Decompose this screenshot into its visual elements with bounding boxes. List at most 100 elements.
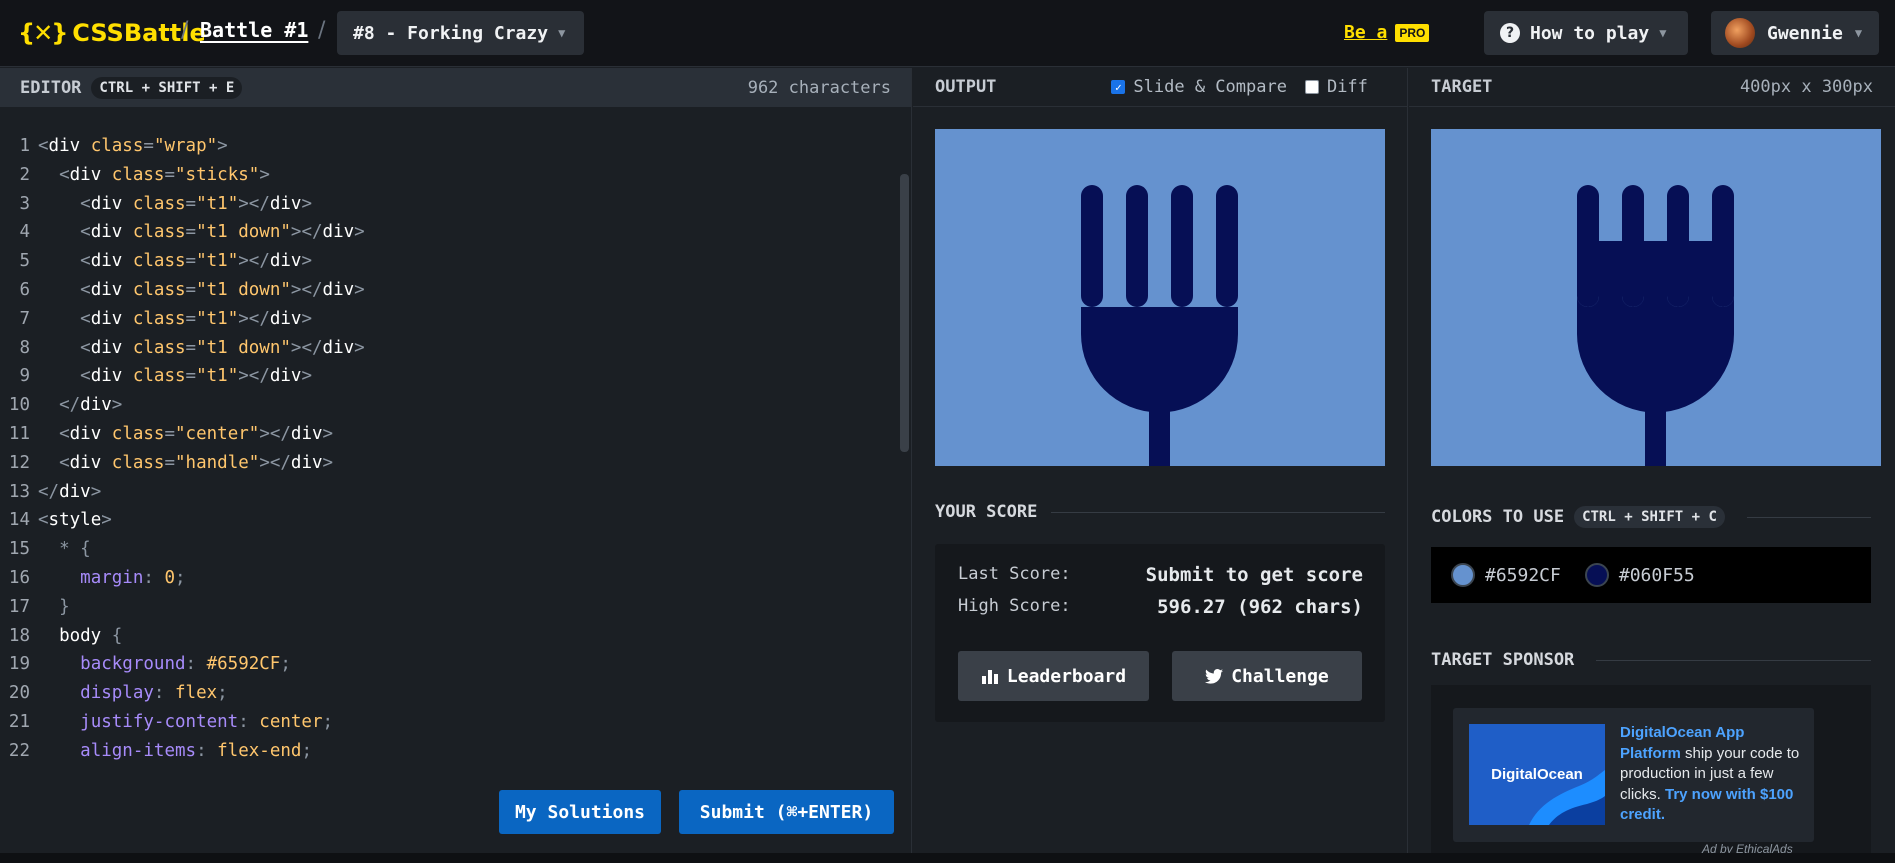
target-fork-drawing bbox=[1577, 185, 1734, 466]
colors-heading: COLORS TO USE CTRL + SHIFT + C bbox=[1431, 506, 1871, 528]
fork-head bbox=[1081, 307, 1238, 413]
how-to-play-button[interactable]: ? How to play ▼ bbox=[1484, 11, 1688, 55]
breadcrumb-battle-link[interactable]: Battle #1 bbox=[200, 18, 308, 42]
bottom-bar bbox=[0, 853, 1895, 863]
sponsor-heading: TARGET SPONSOR bbox=[1431, 650, 1871, 670]
line-number: 16 bbox=[8, 567, 30, 588]
sponsor-ad[interactable]: DigitalOcean DigitalOcean App Platform s… bbox=[1453, 708, 1814, 842]
character-count: 962 characters bbox=[747, 77, 891, 98]
fork-tine bbox=[1216, 185, 1238, 307]
challenge-dropdown-label: #8 - Forking Crazy bbox=[353, 22, 549, 44]
leaderboard-button[interactable]: Leaderboard bbox=[958, 651, 1149, 701]
breadcrumb-separator: / bbox=[318, 18, 326, 43]
code-line: 13 </div> bbox=[0, 478, 365, 507]
challenge-label: Challenge bbox=[1231, 665, 1329, 687]
fork-tine bbox=[1171, 185, 1193, 307]
color-palette: #6592CF #060F55 bbox=[1431, 547, 1871, 603]
code-line: 2 <div class="sticks"> bbox=[0, 161, 365, 190]
slide-compare-checkbox[interactable]: ✓ bbox=[1111, 80, 1126, 94]
sponsor-box: DigitalOcean DigitalOcean App Platform s… bbox=[1431, 685, 1871, 863]
fork-tine bbox=[1667, 185, 1689, 307]
line-number: 5 bbox=[19, 251, 30, 272]
user-menu-button[interactable]: Gwennie ▼ bbox=[1711, 11, 1879, 55]
sponsor-ad-image[interactable]: DigitalOcean bbox=[1469, 724, 1605, 825]
editor-panel: EDITOR CTRL + SHIFT + E 962 characters 1… bbox=[0, 68, 912, 863]
code-line: 17 } bbox=[0, 593, 365, 622]
color-swatch-item[interactable]: #6592CF bbox=[1451, 563, 1561, 587]
line-number: 2 bbox=[19, 164, 30, 185]
line-number: 8 bbox=[19, 337, 30, 358]
cssbattle-logo[interactable]: {✕} CSSBattle bbox=[18, 17, 206, 49]
line-number: 11 bbox=[8, 423, 30, 444]
code-line: 15 * { bbox=[0, 535, 365, 564]
colors-shortcut-badge: CTRL + SHIFT + C bbox=[1574, 506, 1725, 528]
user-name: Gwennie bbox=[1767, 22, 1843, 44]
line-number: 13 bbox=[8, 481, 30, 502]
output-fork-drawing bbox=[1081, 185, 1238, 466]
line-number: 20 bbox=[8, 683, 30, 704]
your-score-title: YOUR SCORE bbox=[935, 502, 1038, 522]
submit-button[interactable]: Submit (⌘+ENTER) bbox=[679, 790, 894, 834]
editor-scrollbar[interactable] bbox=[900, 174, 909, 452]
color-hex: #060F55 bbox=[1618, 564, 1695, 586]
code-line: 12 <div class="handle"></div> bbox=[0, 449, 365, 478]
line-number: 14 bbox=[8, 510, 30, 531]
fork-handle bbox=[1645, 404, 1666, 466]
diff-checkbox[interactable] bbox=[1304, 80, 1319, 94]
line-number: 19 bbox=[8, 654, 30, 675]
line-number: 12 bbox=[8, 452, 30, 473]
twitter-icon bbox=[1205, 668, 1224, 684]
line-number: 7 bbox=[19, 308, 30, 329]
editor-title: EDITOR bbox=[20, 77, 82, 98]
line-number: 4 bbox=[19, 222, 30, 243]
logo-mark-icon: {✕} bbox=[18, 19, 68, 47]
be-a-label: Be a bbox=[1344, 22, 1388, 43]
challenge-dropdown[interactable]: #8 - Forking Crazy ▼ bbox=[337, 11, 584, 55]
editor-header: EDITOR CTRL + SHIFT + E 962 characters bbox=[0, 68, 911, 107]
my-solutions-button[interactable]: My Solutions bbox=[499, 790, 661, 834]
target-header: TARGET 400px x 300px bbox=[1409, 68, 1895, 107]
code-line: 22 align-items: flex-end; bbox=[0, 737, 365, 766]
color-swatch bbox=[1584, 563, 1609, 587]
bar-chart-icon bbox=[981, 670, 998, 684]
color-swatch-item[interactable]: #060F55 bbox=[1584, 563, 1695, 587]
last-score-value: Submit to get score bbox=[1145, 564, 1363, 586]
code-line: 6 <div class="t1 down"></div> bbox=[0, 276, 364, 305]
line-number: 17 bbox=[8, 596, 30, 617]
diff-label: Diff bbox=[1326, 77, 1368, 97]
high-score-value: 596.27 (962 chars) bbox=[1157, 596, 1363, 618]
pro-badge: PRO bbox=[1395, 23, 1430, 42]
question-circle-icon: ? bbox=[1500, 23, 1520, 43]
avatar bbox=[1725, 18, 1755, 48]
code-line: 3 <div class="t1"></div> bbox=[0, 190, 365, 219]
code-line: 4 <div class="t1 down"></div> bbox=[0, 218, 364, 247]
diff-toggle[interactable]: Diff bbox=[1304, 77, 1368, 97]
target-panel: TARGET 400px x 300px COLORS TO USE CTRL … bbox=[1409, 68, 1895, 863]
your-score-heading: YOUR SCORE bbox=[935, 502, 1385, 522]
line-number: 6 bbox=[19, 279, 30, 300]
output-canvas[interactable] bbox=[935, 129, 1385, 466]
code-line: 7 <div class="t1"></div> bbox=[0, 305, 365, 334]
slide-compare-toggle[interactable]: ✓ Slide & Compare bbox=[1111, 77, 1287, 97]
output-header: OUTPUT ✓ Slide & Compare Diff bbox=[913, 68, 1407, 107]
fork-tine bbox=[1712, 185, 1734, 307]
code-line: 1 <div class="wrap"> bbox=[0, 132, 365, 161]
line-number: 22 bbox=[8, 740, 30, 761]
line-number: 9 bbox=[19, 366, 30, 387]
code-line: 9 <div class="t1"></div> bbox=[0, 362, 365, 391]
code-line: 21 justify-content: center; bbox=[0, 708, 365, 737]
sponsor-ad-text[interactable]: DigitalOcean App Platform ship your code… bbox=[1620, 723, 1800, 826]
target-canvas bbox=[1431, 129, 1881, 466]
code-line: 18 body { bbox=[0, 622, 365, 651]
chevron-down-icon: ▼ bbox=[558, 26, 566, 40]
fork-tine bbox=[1577, 185, 1599, 307]
be-a-pro-link[interactable]: Be a PRO bbox=[1344, 22, 1430, 43]
fork-tine bbox=[1622, 185, 1644, 307]
output-title: OUTPUT bbox=[935, 77, 997, 97]
challenge-button[interactable]: Challenge bbox=[1172, 651, 1362, 701]
code-editor[interactable]: 1 <div class="wrap"> 2 <div class="sticks… bbox=[0, 132, 365, 766]
high-score-label: High Score: bbox=[958, 596, 1071, 616]
color-hex: #6592CF bbox=[1485, 564, 1561, 586]
code-line: 16 margin: 0; bbox=[0, 564, 365, 593]
slide-compare-label: Slide & Compare bbox=[1133, 77, 1287, 97]
